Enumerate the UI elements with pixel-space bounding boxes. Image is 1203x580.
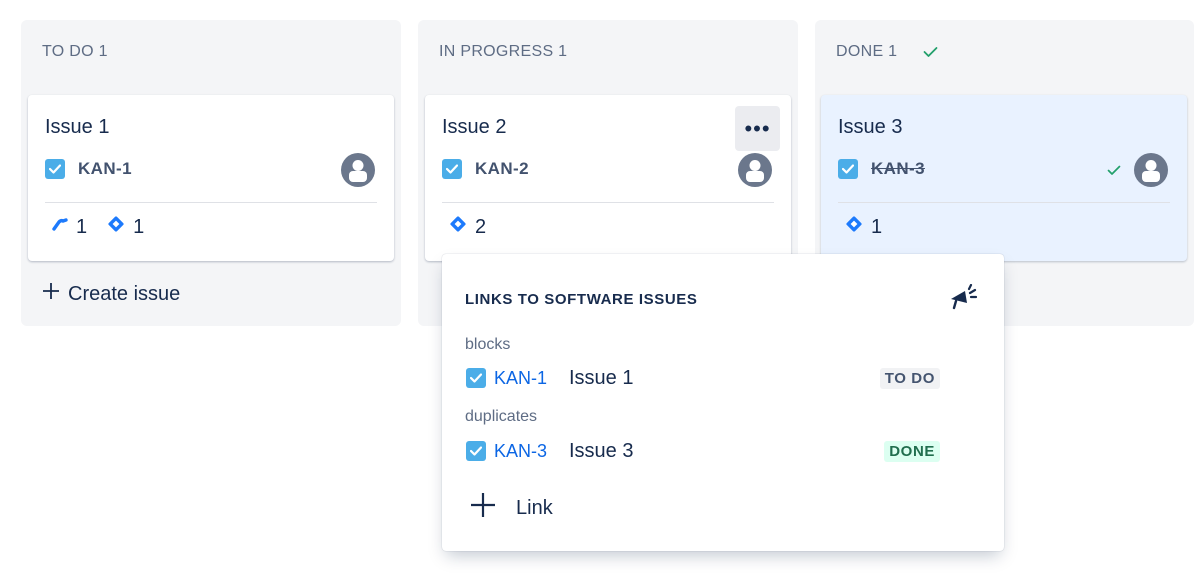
- issue-key-row: KAN-2: [442, 159, 529, 179]
- badge-count: 1: [133, 215, 145, 238]
- linked-issue-row[interactable]: KAN-3 Issue 3 DONE: [466, 438, 940, 464]
- plus-icon: [42, 282, 60, 306]
- issue-key[interactable]: KAN-1: [78, 159, 132, 179]
- task-type-icon: [466, 441, 486, 461]
- column-header-in-progress: IN PROGRESS 1: [439, 43, 567, 61]
- linked-issue-key[interactable]: KAN-1: [494, 368, 569, 389]
- issue-card-kan-1[interactable]: Issue 1 KAN-1 1 1: [28, 95, 394, 261]
- linked-issue-row[interactable]: KAN-1 Issue 1 TO DO: [466, 365, 940, 391]
- task-type-icon: [466, 368, 486, 388]
- linked-issue-key[interactable]: KAN-3: [494, 441, 569, 462]
- subtask-link-icon: [52, 216, 68, 239]
- column-header-todo: TO DO 1: [42, 43, 108, 61]
- link-badges: 2: [449, 215, 500, 239]
- badge-count: 2: [475, 215, 487, 238]
- issue-title: Issue 3: [838, 116, 903, 138]
- relation-label-duplicates: duplicates: [465, 408, 538, 425]
- assignee-avatar-icon[interactable]: [738, 153, 772, 187]
- issue-card-kan-3[interactable]: Issue 3 KAN-3 1: [821, 95, 1187, 261]
- link-badges: 1 1: [52, 215, 158, 239]
- badge-count: 1: [76, 215, 88, 238]
- task-type-icon: [838, 159, 858, 179]
- subtask-link-badge[interactable]: 1: [52, 216, 87, 239]
- create-issue-label: Create issue: [68, 282, 181, 305]
- card-divider: [442, 202, 774, 203]
- task-type-icon: [442, 159, 462, 179]
- more-actions-button[interactable]: •••: [735, 106, 780, 151]
- issue-key-row: KAN-3: [838, 159, 925, 179]
- column-title: TO DO 1: [42, 43, 108, 60]
- create-issue-button[interactable]: Create issue: [42, 282, 180, 306]
- status-lozenge: DONE: [884, 440, 940, 462]
- resolved-check-icon: [1107, 165, 1121, 176]
- add-link-label: Link: [516, 496, 553, 519]
- column-title: IN PROGRESS 1: [439, 43, 568, 60]
- diamond-link-badge[interactable]: 2: [449, 215, 486, 239]
- issue-key[interactable]: KAN-2: [475, 159, 529, 179]
- diamond-link-icon: [449, 215, 467, 239]
- check-icon: [923, 46, 938, 58]
- relation-label-blocks: blocks: [465, 336, 511, 353]
- issue-title: Issue 2: [442, 116, 507, 138]
- column-todo: TO DO 1 Issue 1 KAN-1 1 1 Create issue: [21, 20, 401, 326]
- column-title: DONE 1: [836, 43, 898, 60]
- popup-title: LINKS TO SOFTWARE ISSUES: [465, 291, 698, 308]
- card-divider: [838, 202, 1170, 203]
- linked-issues-popup: LINKS TO SOFTWARE ISSUES blocks KAN-1 Is…: [442, 254, 1004, 551]
- link-badges: 1: [845, 215, 896, 239]
- diamond-link-badge[interactable]: 1: [107, 215, 144, 239]
- task-type-icon: [45, 159, 65, 179]
- assignee-avatar-icon[interactable]: [1134, 153, 1168, 187]
- linked-issue-summary: Issue 3: [569, 439, 634, 462]
- diamond-link-icon: [845, 215, 863, 239]
- assignee-avatar-icon[interactable]: [341, 153, 375, 187]
- linked-issue-summary: Issue 1: [569, 366, 634, 389]
- diamond-link-icon: [107, 215, 125, 239]
- card-divider: [45, 202, 377, 203]
- column-header-done: DONE 1: [836, 43, 938, 61]
- issue-key[interactable]: KAN-3: [871, 159, 925, 179]
- diamond-link-badge[interactable]: 1: [845, 215, 882, 239]
- issue-key-row: KAN-1: [45, 159, 132, 179]
- badge-count: 1: [871, 215, 883, 238]
- megaphone-icon[interactable]: [948, 283, 978, 317]
- status-lozenge: TO DO: [879, 367, 940, 389]
- issue-title: Issue 1: [45, 116, 110, 138]
- plus-icon: [470, 492, 496, 524]
- add-link-button[interactable]: Link: [470, 492, 553, 524]
- issue-card-kan-2[interactable]: Issue 2 ••• KAN-2 2: [425, 95, 791, 261]
